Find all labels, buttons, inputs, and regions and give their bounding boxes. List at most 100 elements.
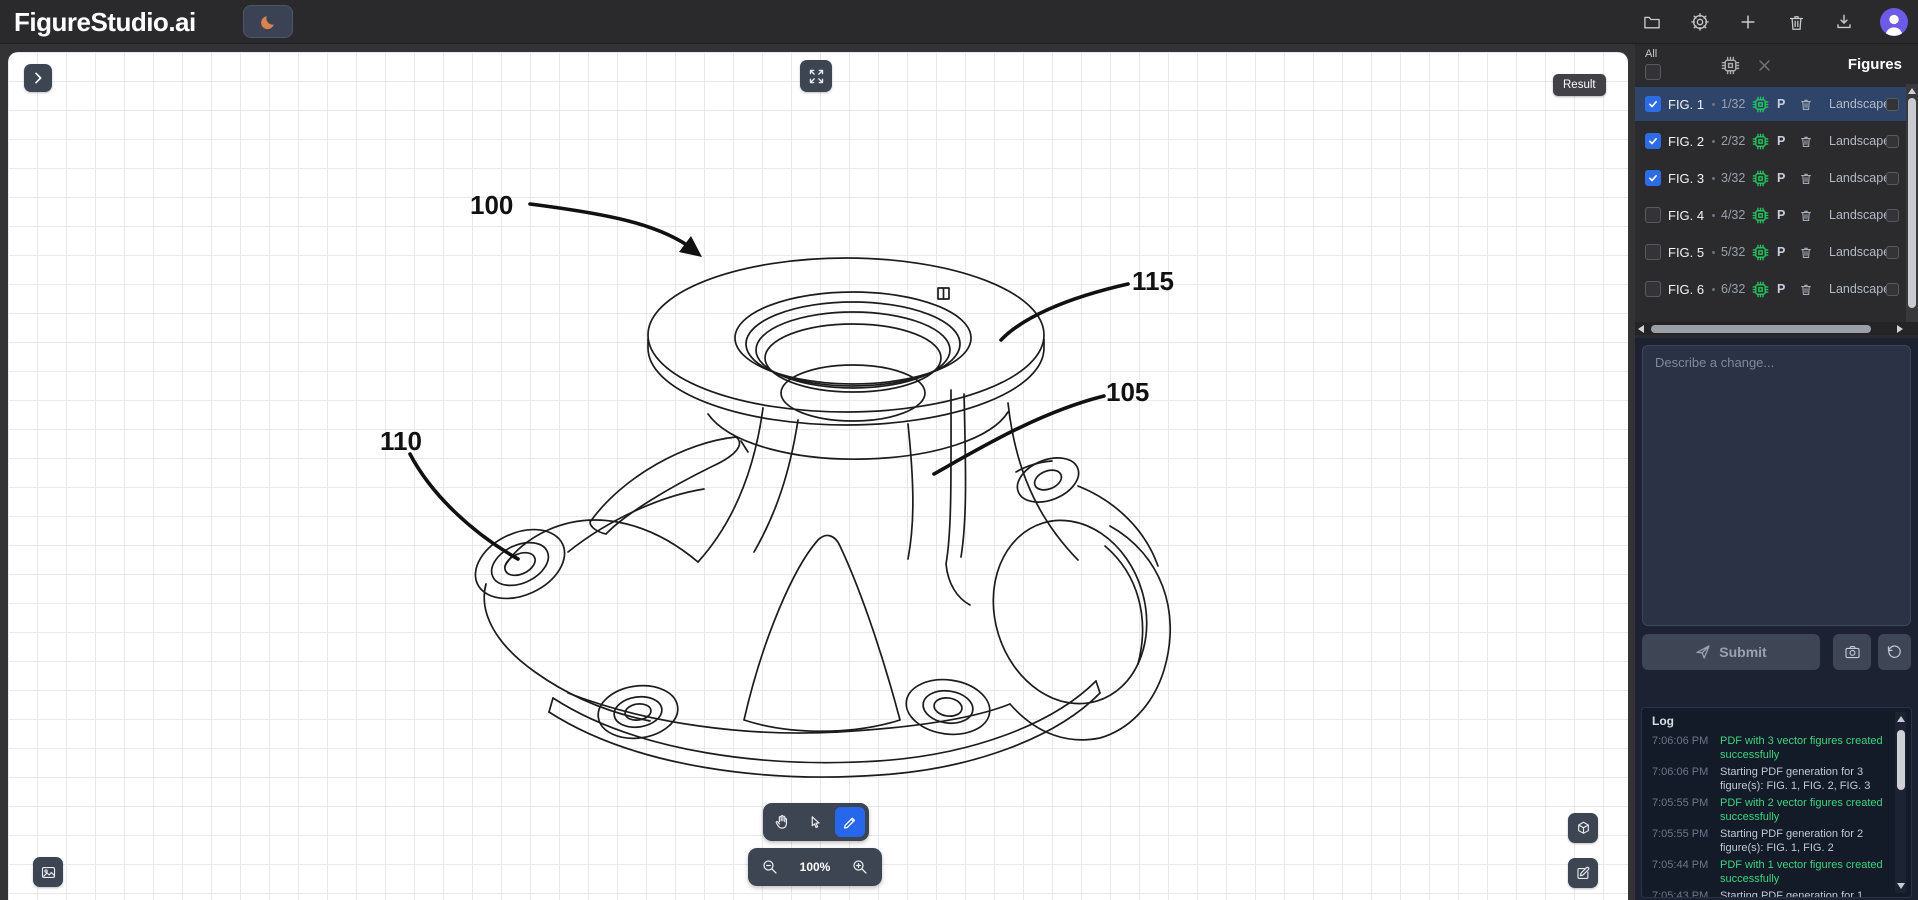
figure-checkbox[interactable] <box>1645 281 1661 297</box>
folder-button[interactable] <box>1640 10 1664 34</box>
reset-button[interactable] <box>1878 634 1911 670</box>
landscape-checkbox[interactable] <box>1886 172 1899 185</box>
pencil-icon <box>842 814 859 831</box>
figure-row[interactable]: FIG. 6 6/32 P Landscape <box>1635 272 1906 306</box>
scrollbar-thumb[interactable] <box>1908 98 1916 308</box>
user-avatar[interactable] <box>1880 8 1908 36</box>
vectorize-chip-icon[interactable] <box>1752 96 1769 113</box>
separator-dot-icon <box>1712 140 1715 143</box>
figure-page-count: 3/32 <box>1721 171 1749 185</box>
figure-orientation-label: Landscape <box>1829 282 1884 296</box>
log-message: Starting PDF generation for 2 figure(s):… <box>1720 827 1888 855</box>
submit-button[interactable]: Submit <box>1642 634 1820 670</box>
vectorize-chip-icon[interactable] <box>1752 207 1769 224</box>
change-description-input[interactable] <box>1642 345 1911 626</box>
cube-icon <box>1575 820 1592 837</box>
sidebar-expand-button[interactable] <box>24 64 52 92</box>
figure-orientation-label: Landscape <box>1829 97 1884 111</box>
annotate-button[interactable] <box>1568 858 1598 888</box>
figure-name: FIG. 6 <box>1668 282 1710 297</box>
figure-page-count: 2/32 <box>1721 134 1749 148</box>
plus-icon <box>1738 12 1758 32</box>
figure-checkbox[interactable] <box>1645 96 1661 112</box>
result-button[interactable]: Result <box>1553 74 1606 96</box>
figure-delete-icon[interactable] <box>1799 134 1813 149</box>
scroll-left-arrow-icon[interactable] <box>1638 325 1644 333</box>
fullscreen-button[interactable] <box>800 60 832 92</box>
landscape-checkbox[interactable] <box>1886 209 1899 222</box>
log-scroll-down-icon[interactable] <box>1897 883 1905 889</box>
vectorize-chip-icon[interactable] <box>1752 133 1769 150</box>
log-scroll-up-icon[interactable] <box>1897 716 1905 722</box>
ref-label-100: 100 <box>470 190 513 221</box>
figure-delete-icon[interactable] <box>1799 171 1813 186</box>
process-all-button[interactable] <box>1721 56 1740 75</box>
log-timestamp: 7:05:44 PM <box>1652 858 1714 886</box>
chip-icon <box>1721 56 1740 75</box>
figure-delete-icon[interactable] <box>1799 208 1813 223</box>
figure-checkbox[interactable] <box>1645 133 1661 149</box>
figure-orientation-label: Landscape <box>1829 208 1884 222</box>
figure-delete-icon[interactable] <box>1799 97 1813 112</box>
landscape-checkbox[interactable] <box>1886 246 1899 259</box>
download-button[interactable] <box>1832 10 1856 34</box>
theme-toggle-button[interactable] <box>243 5 293 38</box>
figure-list-scrollbar[interactable] <box>1906 84 1918 322</box>
figure-row[interactable]: FIG. 1 1/32 P Landscape <box>1635 87 1906 121</box>
zoom-level: 100% <box>800 860 831 874</box>
figure-checkbox[interactable] <box>1645 244 1661 260</box>
separator-dot-icon <box>1712 288 1715 291</box>
figure-list-hscrollbar[interactable] <box>1635 322 1918 335</box>
figure-orientation-label: Landscape <box>1829 134 1884 148</box>
figure-row[interactable]: FIG. 4 4/32 P Landscape <box>1635 198 1906 232</box>
drawing-canvas[interactable]: 100 115 105 110 Result <box>8 52 1628 900</box>
figure-checkbox[interactable] <box>1645 170 1661 186</box>
log-scrollbar[interactable] <box>1895 712 1906 893</box>
tool-group <box>763 803 869 841</box>
figure-p-label: P <box>1777 208 1787 222</box>
figure-list: FIG. 1 1/32 P Landscape <box>1635 84 1906 322</box>
zoom-out-button[interactable] <box>758 855 782 879</box>
screenshot-button[interactable] <box>1833 634 1871 670</box>
figure-row[interactable]: FIG. 2 2/32 P Landscape <box>1635 124 1906 158</box>
figure-checkbox[interactable] <box>1645 207 1661 223</box>
folder-icon <box>1642 12 1662 32</box>
figure-name: FIG. 4 <box>1668 208 1710 223</box>
settings-button[interactable] <box>1688 10 1712 34</box>
figure-p-label: P <box>1777 134 1787 148</box>
vectorize-chip-icon[interactable] <box>1752 244 1769 261</box>
pan-tool-button[interactable] <box>767 807 797 837</box>
delete-button[interactable] <box>1784 10 1808 34</box>
expand-icon <box>808 68 825 85</box>
image-icon <box>40 864 57 881</box>
log-timestamp: 7:06:06 PM <box>1652 765 1714 793</box>
cancel-button[interactable] <box>1757 58 1772 73</box>
scroll-up-arrow-icon[interactable] <box>1908 88 1916 94</box>
view-3d-button[interactable] <box>1568 813 1598 843</box>
select-tool-button[interactable] <box>801 807 831 837</box>
figure-row[interactable]: FIG. 5 5/32 P Landscape <box>1635 235 1906 269</box>
figure-delete-icon[interactable] <box>1799 282 1813 297</box>
figure-row[interactable]: FIG. 3 3/32 P Landscape <box>1635 161 1906 195</box>
draw-tool-button[interactable] <box>835 807 865 837</box>
vectorize-chip-icon[interactable] <box>1752 170 1769 187</box>
log-entry: 7:05:44 PM PDF with 1 vector figures cre… <box>1652 858 1890 886</box>
zoom-in-button[interactable] <box>848 855 872 879</box>
landscape-checkbox[interactable] <box>1886 283 1899 296</box>
figure-p-label: P <box>1777 97 1787 111</box>
select-all-checkbox[interactable] <box>1645 64 1661 80</box>
log-message: PDF with 2 vector figures created succes… <box>1720 796 1888 824</box>
log-entry-list: 7:06:06 PM PDF with 3 vector figures cre… <box>1652 734 1890 898</box>
image-export-button[interactable] <box>33 857 63 887</box>
landscape-checkbox[interactable] <box>1886 98 1899 111</box>
scroll-right-arrow-icon[interactable] <box>1897 325 1903 333</box>
landscape-checkbox[interactable] <box>1886 135 1899 148</box>
figure-delete-icon[interactable] <box>1799 245 1813 260</box>
submit-label: Submit <box>1719 644 1766 660</box>
hscrollbar-thumb[interactable] <box>1651 325 1871 333</box>
vectorize-chip-icon[interactable] <box>1752 281 1769 298</box>
log-scrollbar-thumb[interactable] <box>1897 730 1905 790</box>
log-message: PDF with 1 vector figures created succes… <box>1720 858 1888 886</box>
add-button[interactable] <box>1736 10 1760 34</box>
send-icon <box>1695 644 1711 660</box>
